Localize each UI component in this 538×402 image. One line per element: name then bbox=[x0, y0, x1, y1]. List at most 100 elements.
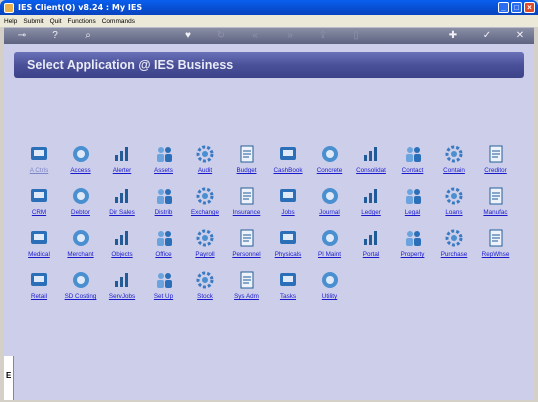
app-journal[interactable]: Journal bbox=[309, 186, 351, 226]
new-icon[interactable]: ✚ bbox=[447, 30, 459, 42]
app-budget[interactable]: Budget bbox=[226, 144, 268, 184]
property-icon bbox=[403, 228, 423, 248]
app-icon bbox=[4, 2, 14, 13]
rewind-icon[interactable]: « bbox=[249, 30, 261, 42]
payroll-icon bbox=[195, 228, 215, 248]
page-icon[interactable]: ▯ bbox=[350, 30, 362, 42]
menu-commands[interactable]: Commands bbox=[102, 18, 135, 25]
maximize-button[interactable]: □ bbox=[511, 2, 522, 13]
menu-submit[interactable]: Submit bbox=[23, 18, 43, 25]
app-medical[interactable]: Medical bbox=[18, 228, 60, 268]
purchase-icon bbox=[444, 228, 464, 248]
app-dir-sales[interactable]: Dir Sales bbox=[101, 186, 143, 226]
app-exchange[interactable]: Exchange bbox=[184, 186, 226, 226]
app-manufac[interactable]: Manufac bbox=[475, 186, 517, 226]
page-header: Select Application @ IES Business bbox=[14, 52, 524, 78]
side-label: E bbox=[6, 371, 12, 380]
app-sys-adm[interactable]: Sys Adm bbox=[226, 270, 268, 310]
app-label[interactable]: RepWhse bbox=[469, 251, 523, 258]
main-panel: Select Application @ IES Business A Ctrl… bbox=[4, 44, 534, 400]
app-insurance[interactable]: Insurance bbox=[226, 186, 268, 226]
legal-icon bbox=[403, 186, 423, 206]
app-objects[interactable]: Objects bbox=[101, 228, 143, 268]
app-stock[interactable]: Stock bbox=[184, 270, 226, 310]
app-payroll[interactable]: Payroll bbox=[184, 228, 226, 268]
help-icon[interactable]: ? bbox=[49, 30, 61, 42]
cashbook-icon bbox=[278, 144, 298, 164]
app-legal[interactable]: Legal bbox=[392, 186, 434, 226]
heart-icon[interactable]: ♥ bbox=[182, 30, 194, 42]
app-contain[interactable]: Contain bbox=[433, 144, 475, 184]
side-strip: E bbox=[4, 356, 14, 400]
menu-help[interactable]: Help bbox=[4, 18, 17, 25]
window-title: IES Client(Q) v8.24 : My IES bbox=[18, 3, 143, 12]
dir-sales-icon bbox=[112, 186, 132, 206]
app-personnel[interactable]: Personnel bbox=[226, 228, 268, 268]
contact-icon bbox=[403, 144, 423, 164]
merchant-icon bbox=[71, 228, 91, 248]
app-label[interactable]: Utility bbox=[303, 293, 357, 300]
budget-icon bbox=[237, 144, 257, 164]
app-crm[interactable]: CRM bbox=[18, 186, 60, 226]
fast-forward-icon[interactable]: » bbox=[284, 30, 296, 42]
app-concrete[interactable]: Concrete bbox=[309, 144, 351, 184]
app-label[interactable]: Creditor bbox=[469, 167, 523, 174]
app-access[interactable]: Access bbox=[60, 144, 102, 184]
app-sd-costing[interactable]: SD Costing bbox=[60, 270, 102, 310]
consolidat-icon bbox=[361, 144, 381, 164]
app-set-up[interactable]: Set Up bbox=[143, 270, 185, 310]
concrete-icon bbox=[320, 144, 340, 164]
title-bar: IES Client(Q) v8.24 : My IES _ □ × bbox=[0, 0, 538, 15]
accept-icon[interactable]: ✓ bbox=[481, 30, 493, 42]
exchange-icon bbox=[195, 186, 215, 206]
app-ledger[interactable]: Ledger bbox=[350, 186, 392, 226]
ledger-icon bbox=[361, 186, 381, 206]
audit-icon bbox=[195, 144, 215, 164]
key-icon[interactable]: ⊸ bbox=[14, 30, 30, 42]
app-servjobs[interactable]: ServJobs bbox=[101, 270, 143, 310]
app-physicals[interactable]: Physicals bbox=[267, 228, 309, 268]
close-button[interactable]: × bbox=[524, 2, 535, 13]
objects-icon bbox=[112, 228, 132, 248]
app-audit[interactable]: Audit bbox=[184, 144, 226, 184]
app-tasks[interactable]: Tasks bbox=[267, 270, 309, 310]
app-purchase[interactable]: Purchase bbox=[433, 228, 475, 268]
journal-icon bbox=[320, 186, 340, 206]
app-a-ctrls[interactable]: A Ctrls bbox=[18, 144, 60, 184]
app-contact[interactable]: Contact bbox=[392, 144, 434, 184]
app-office[interactable]: Office bbox=[143, 228, 185, 268]
app-utility[interactable]: Utility bbox=[309, 270, 351, 310]
app-loans[interactable]: Loans bbox=[433, 186, 475, 226]
menu-functions[interactable]: Functions bbox=[68, 18, 96, 25]
search-icon[interactable]: ⌕ bbox=[82, 30, 94, 42]
minimize-button[interactable]: _ bbox=[498, 2, 509, 13]
app-jobs[interactable]: Jobs bbox=[267, 186, 309, 226]
app-pi-maint[interactable]: PI Maint bbox=[309, 228, 351, 268]
app-assets[interactable]: Assets bbox=[143, 144, 185, 184]
app-alerter[interactable]: Alerter bbox=[101, 144, 143, 184]
app-creditor[interactable]: Creditor bbox=[475, 144, 517, 184]
app-cashbook[interactable]: CashBook bbox=[267, 144, 309, 184]
menu-quit[interactable]: Quit bbox=[50, 18, 62, 25]
app-consolidat[interactable]: Consolidat bbox=[350, 144, 392, 184]
app-debtor[interactable]: Debtor bbox=[60, 186, 102, 226]
page-title: Select Application @ IES Business bbox=[27, 58, 234, 72]
app-merchant[interactable]: Merchant bbox=[60, 228, 102, 268]
sys-adm-icon bbox=[237, 270, 257, 290]
app-label[interactable]: Manufac bbox=[469, 209, 523, 216]
app-property[interactable]: Property bbox=[392, 228, 434, 268]
export-icon[interactable]: ⇪ bbox=[317, 30, 329, 42]
app-repwhse[interactable]: RepWhse bbox=[475, 228, 517, 268]
app-portal[interactable]: Portal bbox=[350, 228, 392, 268]
tasks-icon bbox=[278, 270, 298, 290]
app-retail[interactable]: Retail bbox=[18, 270, 60, 310]
insurance-icon bbox=[237, 186, 257, 206]
portal-icon bbox=[361, 228, 381, 248]
app-distrib[interactable]: Distrib bbox=[143, 186, 185, 226]
sd-costing-icon bbox=[71, 270, 91, 290]
cancel-icon[interactable]: ✕ bbox=[514, 30, 526, 42]
medical-icon bbox=[29, 228, 49, 248]
refresh-icon[interactable]: ↻ bbox=[215, 30, 227, 42]
contain-icon bbox=[444, 144, 464, 164]
alerter-icon bbox=[112, 144, 132, 164]
